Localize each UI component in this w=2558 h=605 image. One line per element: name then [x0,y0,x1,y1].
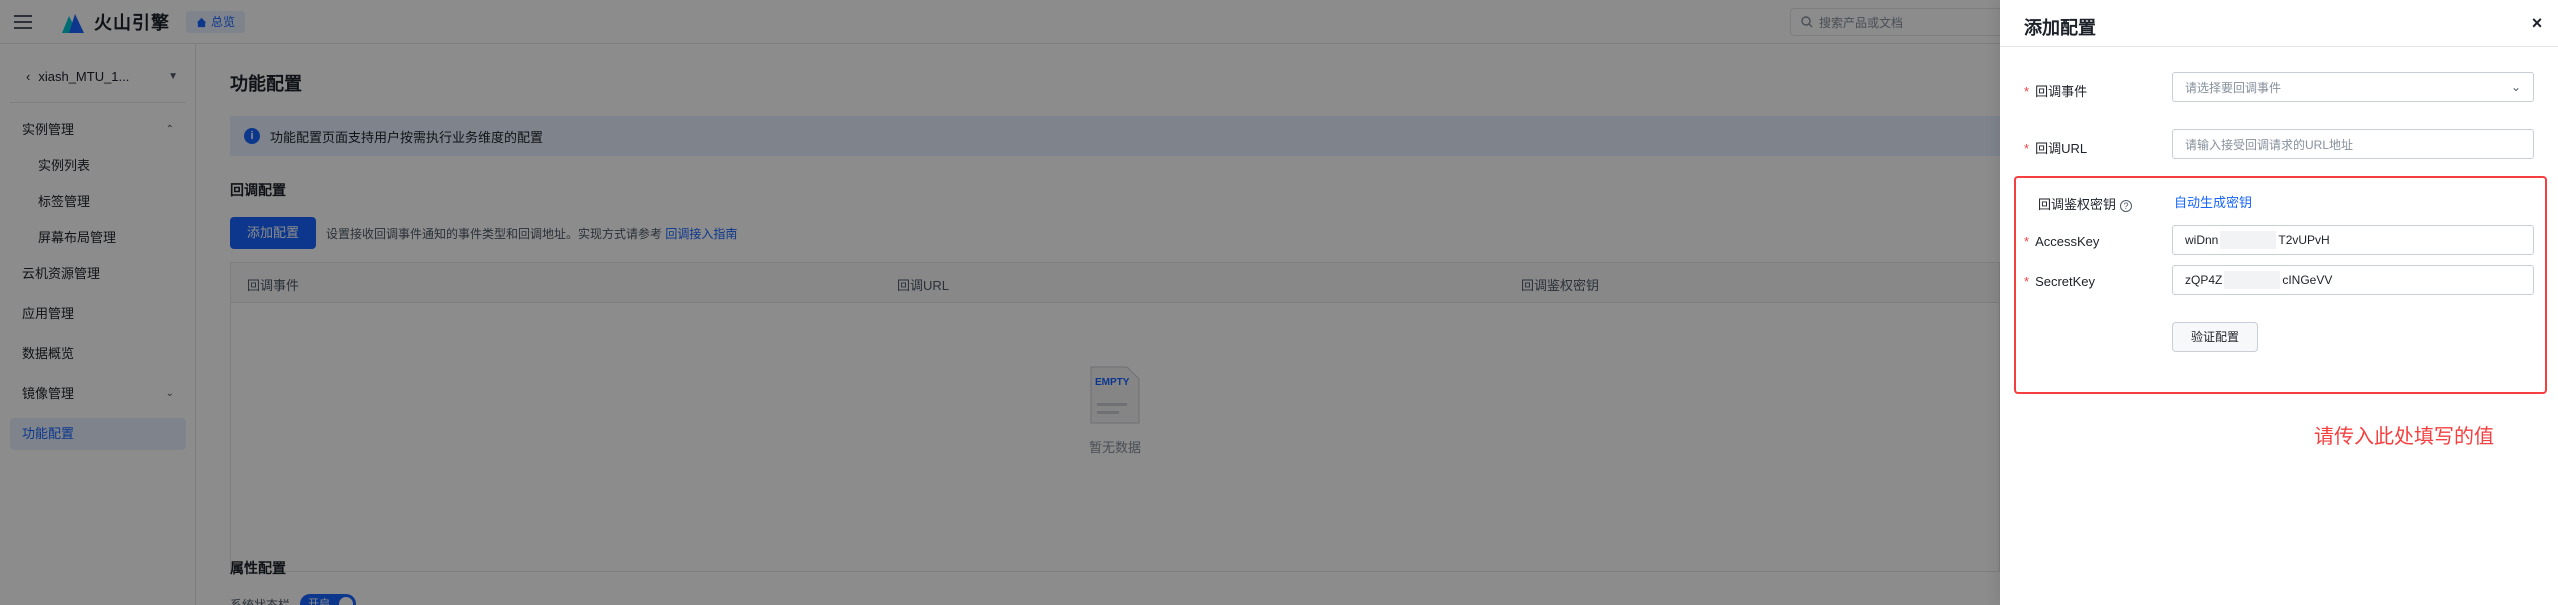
modal-overlay[interactable] [0,0,2000,605]
divider [2000,46,2558,47]
drawer-title: 添加配置 [2024,18,2096,38]
callback-event-label: * 回调事件 [2024,81,2087,100]
required-mark: * [2024,141,2030,156]
secret-key-prefix: zQP4Z [2185,273,2223,287]
required-mark: * [2024,234,2030,249]
access-key-suffix: T2vUPvH [2278,233,2330,247]
label-text: AccessKey [2035,234,2100,249]
callback-url-input[interactable]: 请输入接受回调请求的URL地址 [2172,129,2534,159]
access-key-label: * AccessKey [2024,234,2099,249]
label-text: 回调鉴权密钥 [2038,197,2117,212]
help-icon[interactable]: ? [2120,199,2133,212]
verify-config-button[interactable]: 验证配置 [2172,322,2258,352]
secret-key-suffix: cINGeVV [2282,273,2333,287]
label-text: 回调URL [2035,141,2088,156]
label-text: 回调事件 [2035,84,2088,99]
callback-event-select[interactable]: 请选择要回调事件 ⌄ [2172,72,2534,102]
redacted-block [2220,231,2277,249]
auto-generate-key-link[interactable]: 自动生成密钥 [2174,192,2252,211]
annotation-text: 请传入此处填写的值 [2314,426,2494,448]
close-icon[interactable]: × [2526,12,2548,34]
access-key-input[interactable]: wiDnn T2vUPvH [2172,225,2534,255]
secret-key-input[interactable]: zQP4Z cINGeVV [2172,265,2534,295]
auth-key-label: 回调鉴权密钥? [2038,194,2133,213]
callback-url-label: * 回调URL [2024,138,2087,157]
chevron-down-icon: ⌄ [2510,80,2521,94]
required-mark: * [2024,84,2030,99]
required-mark: * [2024,274,2030,289]
redacted-block [2224,271,2281,289]
input-placeholder: 请输入接受回调请求的URL地址 [2185,137,2354,152]
select-placeholder: 请选择要回调事件 [2185,80,2282,95]
secret-key-label: * SecretKey [2024,274,2095,289]
access-key-prefix: wiDnn [2185,233,2219,247]
label-text: SecretKey [2035,274,2096,289]
add-config-drawer: 添加配置 × * 回调事件 请选择要回调事件 ⌄ * 回调URL 请输入接受回调请求… [2000,0,2558,605]
